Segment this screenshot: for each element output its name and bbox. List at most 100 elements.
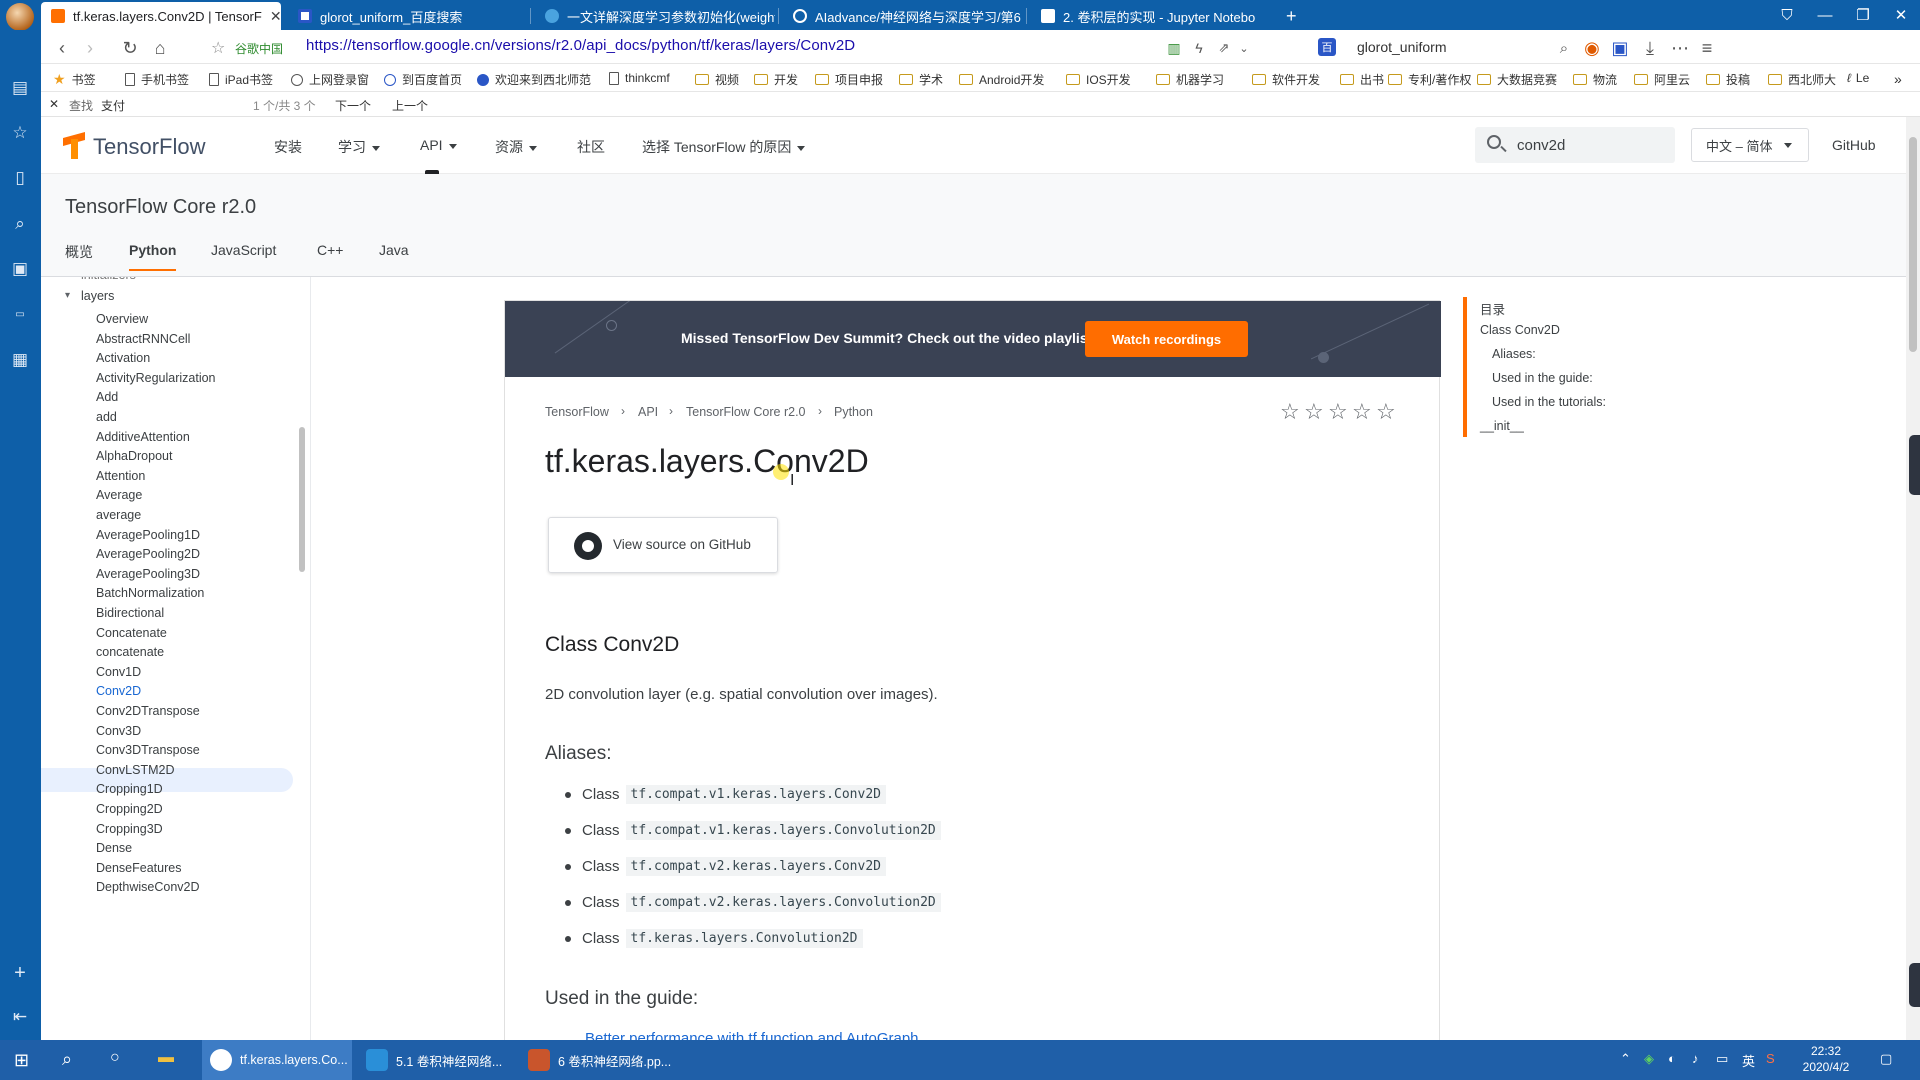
tray-chevron-icon[interactable]: ⌃ xyxy=(1620,1051,1631,1067)
tab-javascript[interactable]: JavaScript xyxy=(211,242,276,258)
nav-item-conv1d[interactable]: Conv1D xyxy=(96,665,141,679)
breadcrumb-python[interactable]: Python xyxy=(834,405,873,419)
bookmark-folder[interactable]: 阿里云 xyxy=(1634,71,1690,88)
file-explorer-icon[interactable]: ▬ xyxy=(158,1049,174,1067)
nav-community[interactable]: 社区 xyxy=(577,137,605,157)
bookmarks-overflow-icon[interactable]: » xyxy=(1894,71,1902,87)
nav-item-cropping2d[interactable]: Cropping2D xyxy=(96,802,163,816)
search-icon[interactable]: ⌕ xyxy=(10,214,30,234)
volume-icon[interactable]: ♪ xyxy=(1692,1051,1699,1066)
share-icon[interactable]: ⇗ xyxy=(1213,37,1235,59)
nav-item-additiveattention[interactable]: AdditiveAttention xyxy=(96,430,190,444)
tab-glorot-baidu[interactable]: glorot_uniform_百度搜索 xyxy=(288,2,528,30)
nav-scrollbar[interactable] xyxy=(299,427,305,572)
bookmark-folder[interactable]: Android开发 xyxy=(959,71,1044,88)
cortana-icon[interactable]: ○ xyxy=(110,1049,120,1067)
reader-book-icon[interactable]: ▯ xyxy=(10,168,30,188)
bookmark-folder[interactable]: 投稿 xyxy=(1706,71,1750,88)
nav-item-convlstm2d[interactable]: ConvLSTM2D xyxy=(96,763,175,777)
toc-item[interactable]: Used in the guide: xyxy=(1492,371,1593,385)
forward-icon[interactable]: › xyxy=(79,37,101,59)
nav-item-conv3dtranspose[interactable]: Conv3DTranspose xyxy=(96,743,200,757)
nav-item-densefeatures[interactable]: DenseFeatures xyxy=(96,861,181,875)
bookmark-folder[interactable]: 项目申报 xyxy=(815,71,883,88)
search-icon[interactable]: ⌕ xyxy=(62,1049,72,1070)
bookmark-item[interactable]: 手机书签 xyxy=(125,71,189,88)
bookmark-item[interactable]: ℓ Le xyxy=(1847,71,1869,85)
bookmark-item[interactable]: iPad书签 xyxy=(209,71,273,88)
nav-item-activityregularization[interactable]: ActivityRegularization xyxy=(96,371,216,385)
tab-jupyter[interactable]: 2. 卷积层的实现 - Jupyter Notebo xyxy=(1031,2,1271,30)
menu-icon[interactable]: ≡ xyxy=(1696,37,1718,59)
nav-item-conv3d[interactable]: Conv3D xyxy=(96,724,141,738)
nav-install[interactable]: 安装 xyxy=(274,137,302,157)
network-icon[interactable]: ▭ xyxy=(1716,1051,1728,1067)
nav-why-tensorflow[interactable]: 选择 TensorFlow 的原因 xyxy=(642,137,806,157)
nav-learn[interactable]: 学习 xyxy=(338,137,380,157)
side-handle-icon[interactable] xyxy=(1909,963,1920,1007)
breadcrumb-core[interactable]: TensorFlow Core r2.0 xyxy=(686,405,806,419)
tab-cpp[interactable]: C++ xyxy=(317,242,343,258)
shirt-skin-icon[interactable]: ⛉ xyxy=(1768,0,1806,30)
translate-icon[interactable]: ▣ xyxy=(1609,37,1631,59)
more-icon[interactable]: ⋯ xyxy=(1669,37,1691,59)
windows-start-icon[interactable]: ⊞ xyxy=(14,1050,29,1071)
page-scrollbar[interactable] xyxy=(1906,117,1920,1042)
reader-mode-icon[interactable]: ▥ xyxy=(1163,37,1185,59)
minimize-icon[interactable]: — xyxy=(1806,0,1844,30)
side-handle-icon[interactable] xyxy=(1909,435,1920,495)
chevron-down-icon[interactable]: ⌄ xyxy=(1233,37,1255,59)
tab-close-icon[interactable]: ✕ xyxy=(262,8,281,25)
reload-icon[interactable]: ↻ xyxy=(119,37,141,59)
tab-java[interactable]: Java xyxy=(379,242,409,258)
translate-icon[interactable]: ▦ xyxy=(10,350,30,370)
find-next-button[interactable]: 下一个 xyxy=(335,97,371,114)
toc-item[interactable]: Class Conv2D xyxy=(1480,323,1560,337)
notification-icon[interactable]: ▢ xyxy=(1880,1051,1892,1067)
back-icon[interactable]: ‹ xyxy=(51,37,73,59)
language-select[interactable]: 中文 – 简体 xyxy=(1691,128,1809,162)
bookmark-folder[interactable]: 出书 xyxy=(1340,71,1384,88)
ime-indicator[interactable]: 英 xyxy=(1742,1051,1755,1070)
nav-section-layers[interactable]: layers xyxy=(81,289,114,303)
nav-item-averagepooling2d[interactable]: AveragePooling2D xyxy=(96,547,200,561)
breadcrumb-tensorflow[interactable]: TensorFlow xyxy=(545,405,609,419)
bookmark-item[interactable]: thinkcmf xyxy=(609,71,670,85)
nav-item-add[interactable]: add xyxy=(96,410,117,424)
add-panel-icon[interactable]: + xyxy=(10,962,30,984)
breadcrumb-api[interactable]: API xyxy=(638,405,658,419)
sogou-icon[interactable]: S xyxy=(1766,1051,1775,1066)
bookmark-item[interactable]: ★ 书签 xyxy=(53,71,96,88)
collapse-panel-icon[interactable]: ⇤ xyxy=(10,1007,30,1027)
bookmark-folder[interactable]: 西北师大 xyxy=(1768,71,1836,88)
bookmark-folder[interactable]: 大数据竞赛 xyxy=(1477,71,1557,88)
clock[interactable]: 22:32 2020/4/2 xyxy=(1790,1043,1862,1075)
tf-logo[interactable]: TensorFlow xyxy=(63,134,205,160)
bookmark-folder[interactable]: 机器学习 xyxy=(1156,71,1224,88)
nav-item-attention[interactable]: Attention xyxy=(96,469,145,483)
nav-item-initializers[interactable]: initializers xyxy=(81,277,136,282)
nav-resources[interactable]: 资源 xyxy=(495,137,537,157)
nav-item-concatenate[interactable]: concatenate xyxy=(96,645,164,659)
bookmark-star-icon[interactable]: ☆ xyxy=(211,38,225,58)
tab-python[interactable]: Python xyxy=(129,242,177,271)
nav-item-bidirectional[interactable]: Bidirectional xyxy=(96,606,164,620)
close-window-icon[interactable]: ✕ xyxy=(1882,0,1920,30)
find-input[interactable]: 支付 xyxy=(101,97,125,114)
nav-item-averagepooling1d[interactable]: AveragePooling1D xyxy=(96,528,200,542)
nav-item-concatenate[interactable]: Concatenate xyxy=(96,626,167,640)
security-icon[interactable]: ◈ xyxy=(1644,1051,1654,1067)
rating-star-icon[interactable]: ☆ xyxy=(1304,399,1324,425)
qq-icon[interactable]: ◐ xyxy=(1668,1051,1676,1066)
toolbar-search-input[interactable]: glorot_uniform xyxy=(1357,39,1447,55)
nav-item-overview[interactable]: Overview xyxy=(96,312,148,326)
find-prev-button[interactable]: 上一个 xyxy=(392,97,428,114)
bookmark-folder[interactable]: 学术 xyxy=(899,71,943,88)
nav-item-abstractrnncell[interactable]: AbstractRNNCell xyxy=(96,332,190,346)
toc-item[interactable]: Aliases: xyxy=(1492,347,1536,361)
browser-logo-icon[interactable] xyxy=(6,3,34,31)
game-icon[interactable]: ◉ xyxy=(1581,37,1603,59)
bookmark-item[interactable]: 欢迎来到西北师范 xyxy=(477,71,591,88)
taskbar-powerpoint[interactable]: 6 卷积神经网络.pp... xyxy=(520,1040,680,1080)
bookmark-folder[interactable]: 视频 xyxy=(695,71,739,88)
